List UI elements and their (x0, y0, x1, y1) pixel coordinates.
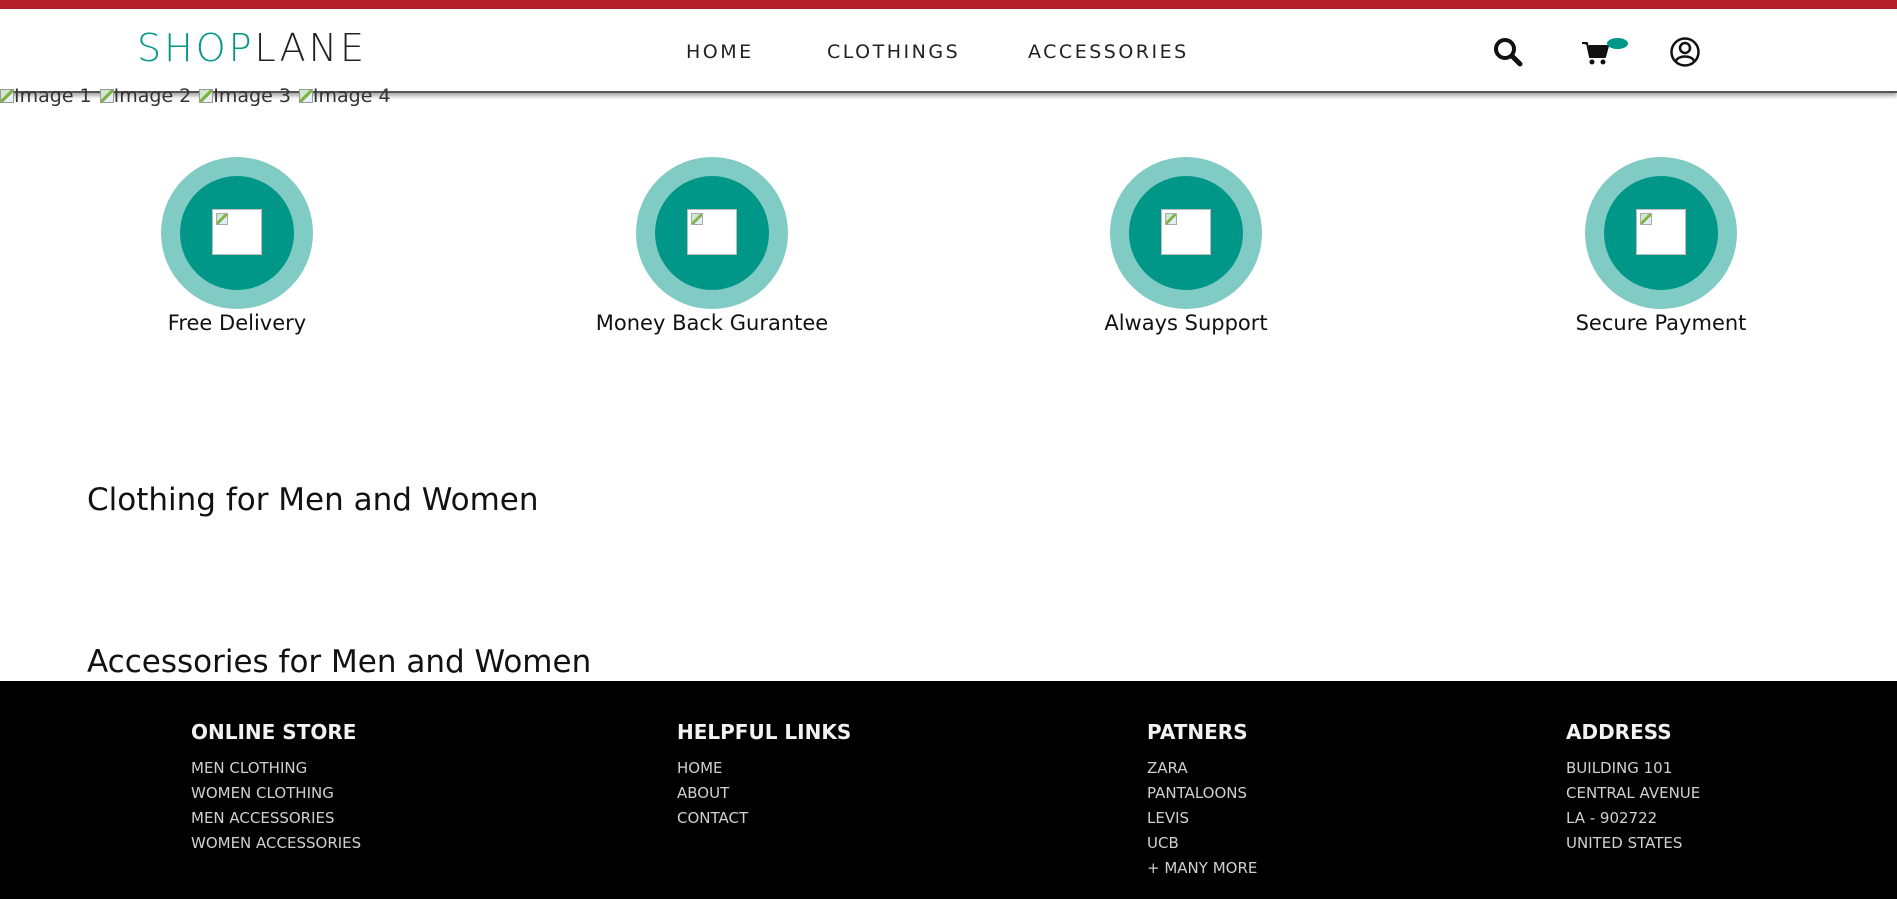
site-header: SHOPLANE HOME CLOTHINGS ACCESSORIES (0, 9, 1897, 93)
nav-accessories-link[interactable]: ACCESSORIES (1028, 41, 1189, 63)
footer-link-men-accessories[interactable]: MEN ACCESSORIES (191, 806, 361, 831)
clothing-section-title: Clothing for Men and Women (87, 482, 539, 518)
accessories-section-title: Accessories for Men and Women (87, 644, 592, 680)
support-icon (1161, 209, 1211, 255)
feature-badge (161, 157, 313, 309)
footer-link-women-accessories[interactable]: WOMEN ACCESSORIES (191, 831, 361, 856)
feature-always-support: Always Support (1036, 157, 1336, 335)
footer-heading: PATNERS (1147, 720, 1248, 744)
feature-label: Money Back Gurantee (595, 311, 829, 335)
footer-partner-levis[interactable]: LEVIS (1147, 806, 1257, 831)
slider-image-1: Image 1 (0, 85, 96, 107)
broken-image-icon (99, 89, 114, 103)
site-logo[interactable]: SHOPLANE (137, 29, 367, 67)
money-back-icon (687, 209, 737, 255)
footer-link-about[interactable]: ABOUT (677, 781, 851, 806)
footer-heading: ONLINE STORE (191, 720, 357, 744)
footer-address: ADDRESS BUILDING 101 CENTRAL AVENUE LA -… (1566, 720, 1700, 856)
feature-label: Free Delivery (167, 311, 307, 335)
footer-partner-pantaloons[interactable]: PANTALOONS (1147, 781, 1257, 806)
address-line: BUILDING 101 (1566, 759, 1673, 777)
slider-image-3: Image 3 (199, 85, 295, 107)
feature-label: Always Support (1104, 311, 1268, 335)
search-icon[interactable] (1492, 36, 1524, 68)
user-icon[interactable] (1669, 36, 1701, 68)
footer-link-men-clothing[interactable]: MEN CLOTHING (191, 756, 361, 781)
feature-badge (1585, 157, 1737, 309)
footer-heading: ADDRESS (1566, 720, 1672, 744)
slider-image-2: Image 2 (99, 85, 196, 107)
footer-partners: PATNERS ZARA PANTALOONS LEVIS UCB + MANY… (1147, 720, 1257, 881)
feature-badge (1110, 157, 1262, 309)
footer-helpful-links: HELPFUL LINKS HOME ABOUT CONTACT (677, 720, 851, 831)
feature-badge (636, 157, 788, 309)
footer-link-home[interactable]: HOME (677, 756, 851, 781)
cart-count-badge (1607, 38, 1628, 49)
footer-online-store: ONLINE STORE MEN CLOTHING WOMEN CLOTHING… (191, 720, 361, 856)
broken-image-icon (298, 89, 313, 103)
footer-partner-ucb[interactable]: UCB (1147, 831, 1257, 856)
site-footer: ONLINE STORE MEN CLOTHING WOMEN CLOTHING… (0, 681, 1897, 899)
feature-label: Secure Payment (1575, 311, 1747, 335)
address-line: CENTRAL AVENUE (1566, 784, 1701, 802)
address-line: LA - 902722 (1566, 809, 1658, 827)
slider-image-4: Image 4 (298, 85, 395, 107)
feature-secure-payment: Secure Payment (1511, 157, 1811, 335)
feature-money-back: Money Back Gurantee (562, 157, 862, 335)
image-slider: Image 1 Image 2 Image 3 Image 4 (0, 86, 399, 106)
nav-home-link[interactable]: HOME (686, 41, 754, 63)
broken-image-icon (0, 89, 14, 103)
top-accent-stripe (0, 0, 1897, 9)
address-line: UNITED STATES (1566, 834, 1683, 852)
nav-clothings-link[interactable]: CLOTHINGS (827, 41, 960, 63)
footer-partner-more[interactable]: + MANY MORE (1147, 856, 1257, 881)
broken-image-icon (199, 89, 214, 103)
footer-link-contact[interactable]: CONTACT (677, 806, 851, 831)
feature-free-delivery: Free Delivery (87, 157, 387, 335)
logo-shop-text: SHOP (137, 26, 255, 70)
secure-payment-icon (1636, 209, 1686, 255)
delivery-icon (212, 209, 262, 255)
logo-lane-text: LANE (254, 26, 368, 70)
footer-partner-zara[interactable]: ZARA (1147, 756, 1257, 781)
footer-heading: HELPFUL LINKS (677, 720, 852, 744)
footer-link-women-clothing[interactable]: WOMEN CLOTHING (191, 781, 361, 806)
